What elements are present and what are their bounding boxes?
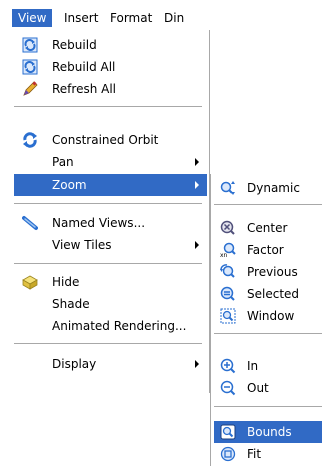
- menu-item-rebuild-all[interactable]: Rebuild All: [14, 56, 207, 78]
- zoom-item-label: Previous: [247, 265, 298, 279]
- zoom-dynamic-icon: [220, 180, 236, 196]
- menu-item-hide[interactable]: Hide: [14, 271, 207, 293]
- menu-item-refresh-all[interactable]: Refresh All: [14, 78, 207, 100]
- view-menu: Rebuild Rebuild All Refresh All Constrai…: [12, 30, 210, 393]
- menu-separator: [214, 333, 322, 334]
- zoom-item-label: Selected: [247, 287, 300, 301]
- zoom-window-icon: [220, 308, 236, 324]
- zoom-item-label: Out: [247, 381, 269, 395]
- menu-item-display[interactable]: Display: [14, 353, 207, 375]
- zoom-item-label: Fit: [247, 447, 262, 461]
- zoom-item-label: In: [247, 359, 259, 373]
- zoom-item-bounds[interactable]: Bounds: [214, 421, 322, 443]
- menu-item-pan[interactable]: Pan: [14, 151, 207, 173]
- rebuild-icon: [22, 37, 38, 53]
- zoom-item-previous[interactable]: Previous: [214, 261, 322, 283]
- constrained-orbit-icon: [22, 132, 38, 148]
- zoom-item-label: Center: [247, 221, 288, 235]
- zoom-item-label: Bounds: [247, 425, 292, 439]
- zoom-item-center[interactable]: Center: [214, 217, 322, 239]
- menu-item-label: View Tiles: [52, 238, 112, 252]
- menu-separator: [14, 106, 202, 107]
- svg-text:xn: xn: [220, 252, 228, 258]
- hide-icon: [22, 274, 38, 290]
- menu-item-animated-rendering[interactable]: Animated Rendering...: [14, 315, 207, 337]
- menu-format[interactable]: Format: [104, 9, 158, 27]
- menu-item-constrained-orbit[interactable]: Constrained Orbit: [14, 129, 207, 151]
- menu-item-label: Display: [52, 357, 97, 371]
- zoom-in-icon: [220, 358, 236, 374]
- menu-item-label: Rebuild All: [52, 60, 116, 74]
- zoom-item-out[interactable]: Out: [214, 377, 322, 399]
- menu-item-label: Shade: [52, 297, 90, 311]
- zoom-selected-icon: [220, 286, 236, 302]
- submenu-arrow-icon: [195, 241, 199, 249]
- zoom-out-icon: [220, 380, 236, 396]
- menu-item-label: Constrained Orbit: [52, 133, 159, 147]
- menu-bar: View Insert Format Din: [0, 0, 322, 30]
- menu-separator: [214, 406, 322, 407]
- menu-item-label: Named Views...: [52, 216, 146, 230]
- menu-separator: [214, 204, 322, 205]
- menu-item-label: Hide: [52, 275, 80, 289]
- zoom-previous-icon: [220, 264, 236, 280]
- submenu-arrow-icon: [195, 158, 199, 166]
- zoom-item-dynamic[interactable]: Dynamic: [214, 177, 322, 199]
- zoom-fit-icon: [220, 446, 236, 462]
- zoom-bounds-icon: [220, 424, 236, 440]
- zoom-center-icon: [220, 220, 236, 236]
- zoom-item-label: Window: [247, 309, 295, 323]
- menu-insert[interactable]: Insert: [58, 9, 104, 27]
- zoom-item-fit[interactable]: Fit: [214, 443, 322, 465]
- zoom-item-label: Dynamic: [247, 181, 300, 195]
- menu-item-named-views[interactable]: Named Views...: [14, 212, 207, 234]
- menu-item-label: Animated Rendering...: [52, 319, 187, 333]
- menu-item-label: Rebuild: [52, 38, 97, 52]
- menu-separator: [14, 263, 202, 264]
- zoom-submenu: Dynamic Center xn Factor Previous Select…: [210, 174, 322, 466]
- menu-item-zoom[interactable]: Zoom: [14, 174, 207, 196]
- menu-item-label: Pan: [52, 155, 74, 169]
- zoom-item-label: Factor: [247, 243, 284, 257]
- zoom-item-selected[interactable]: Selected: [214, 283, 322, 305]
- zoom-item-in[interactable]: In: [214, 355, 322, 377]
- submenu-arrow-icon: [195, 181, 199, 189]
- menu-view[interactable]: View: [12, 9, 53, 27]
- zoom-factor-icon: xn: [220, 242, 236, 259]
- refresh-all-icon: [22, 81, 38, 97]
- menu-din[interactable]: Din: [158, 9, 190, 27]
- menu-item-view-tiles[interactable]: View Tiles: [14, 234, 207, 256]
- menu-separator: [14, 343, 202, 344]
- menu-item-shade[interactable]: Shade: [14, 293, 207, 315]
- menu-item-label: Refresh All: [52, 82, 117, 96]
- menu-item-rebuild[interactable]: Rebuild: [14, 34, 207, 56]
- submenu-arrow-icon: [195, 360, 199, 368]
- zoom-item-factor[interactable]: xn Factor: [214, 239, 322, 261]
- menu-item-label: Zoom: [52, 178, 87, 192]
- zoom-item-window[interactable]: Window: [214, 305, 322, 327]
- menu-separator: [14, 203, 202, 204]
- rebuild-all-icon: [22, 59, 38, 75]
- named-views-icon: [22, 215, 38, 231]
